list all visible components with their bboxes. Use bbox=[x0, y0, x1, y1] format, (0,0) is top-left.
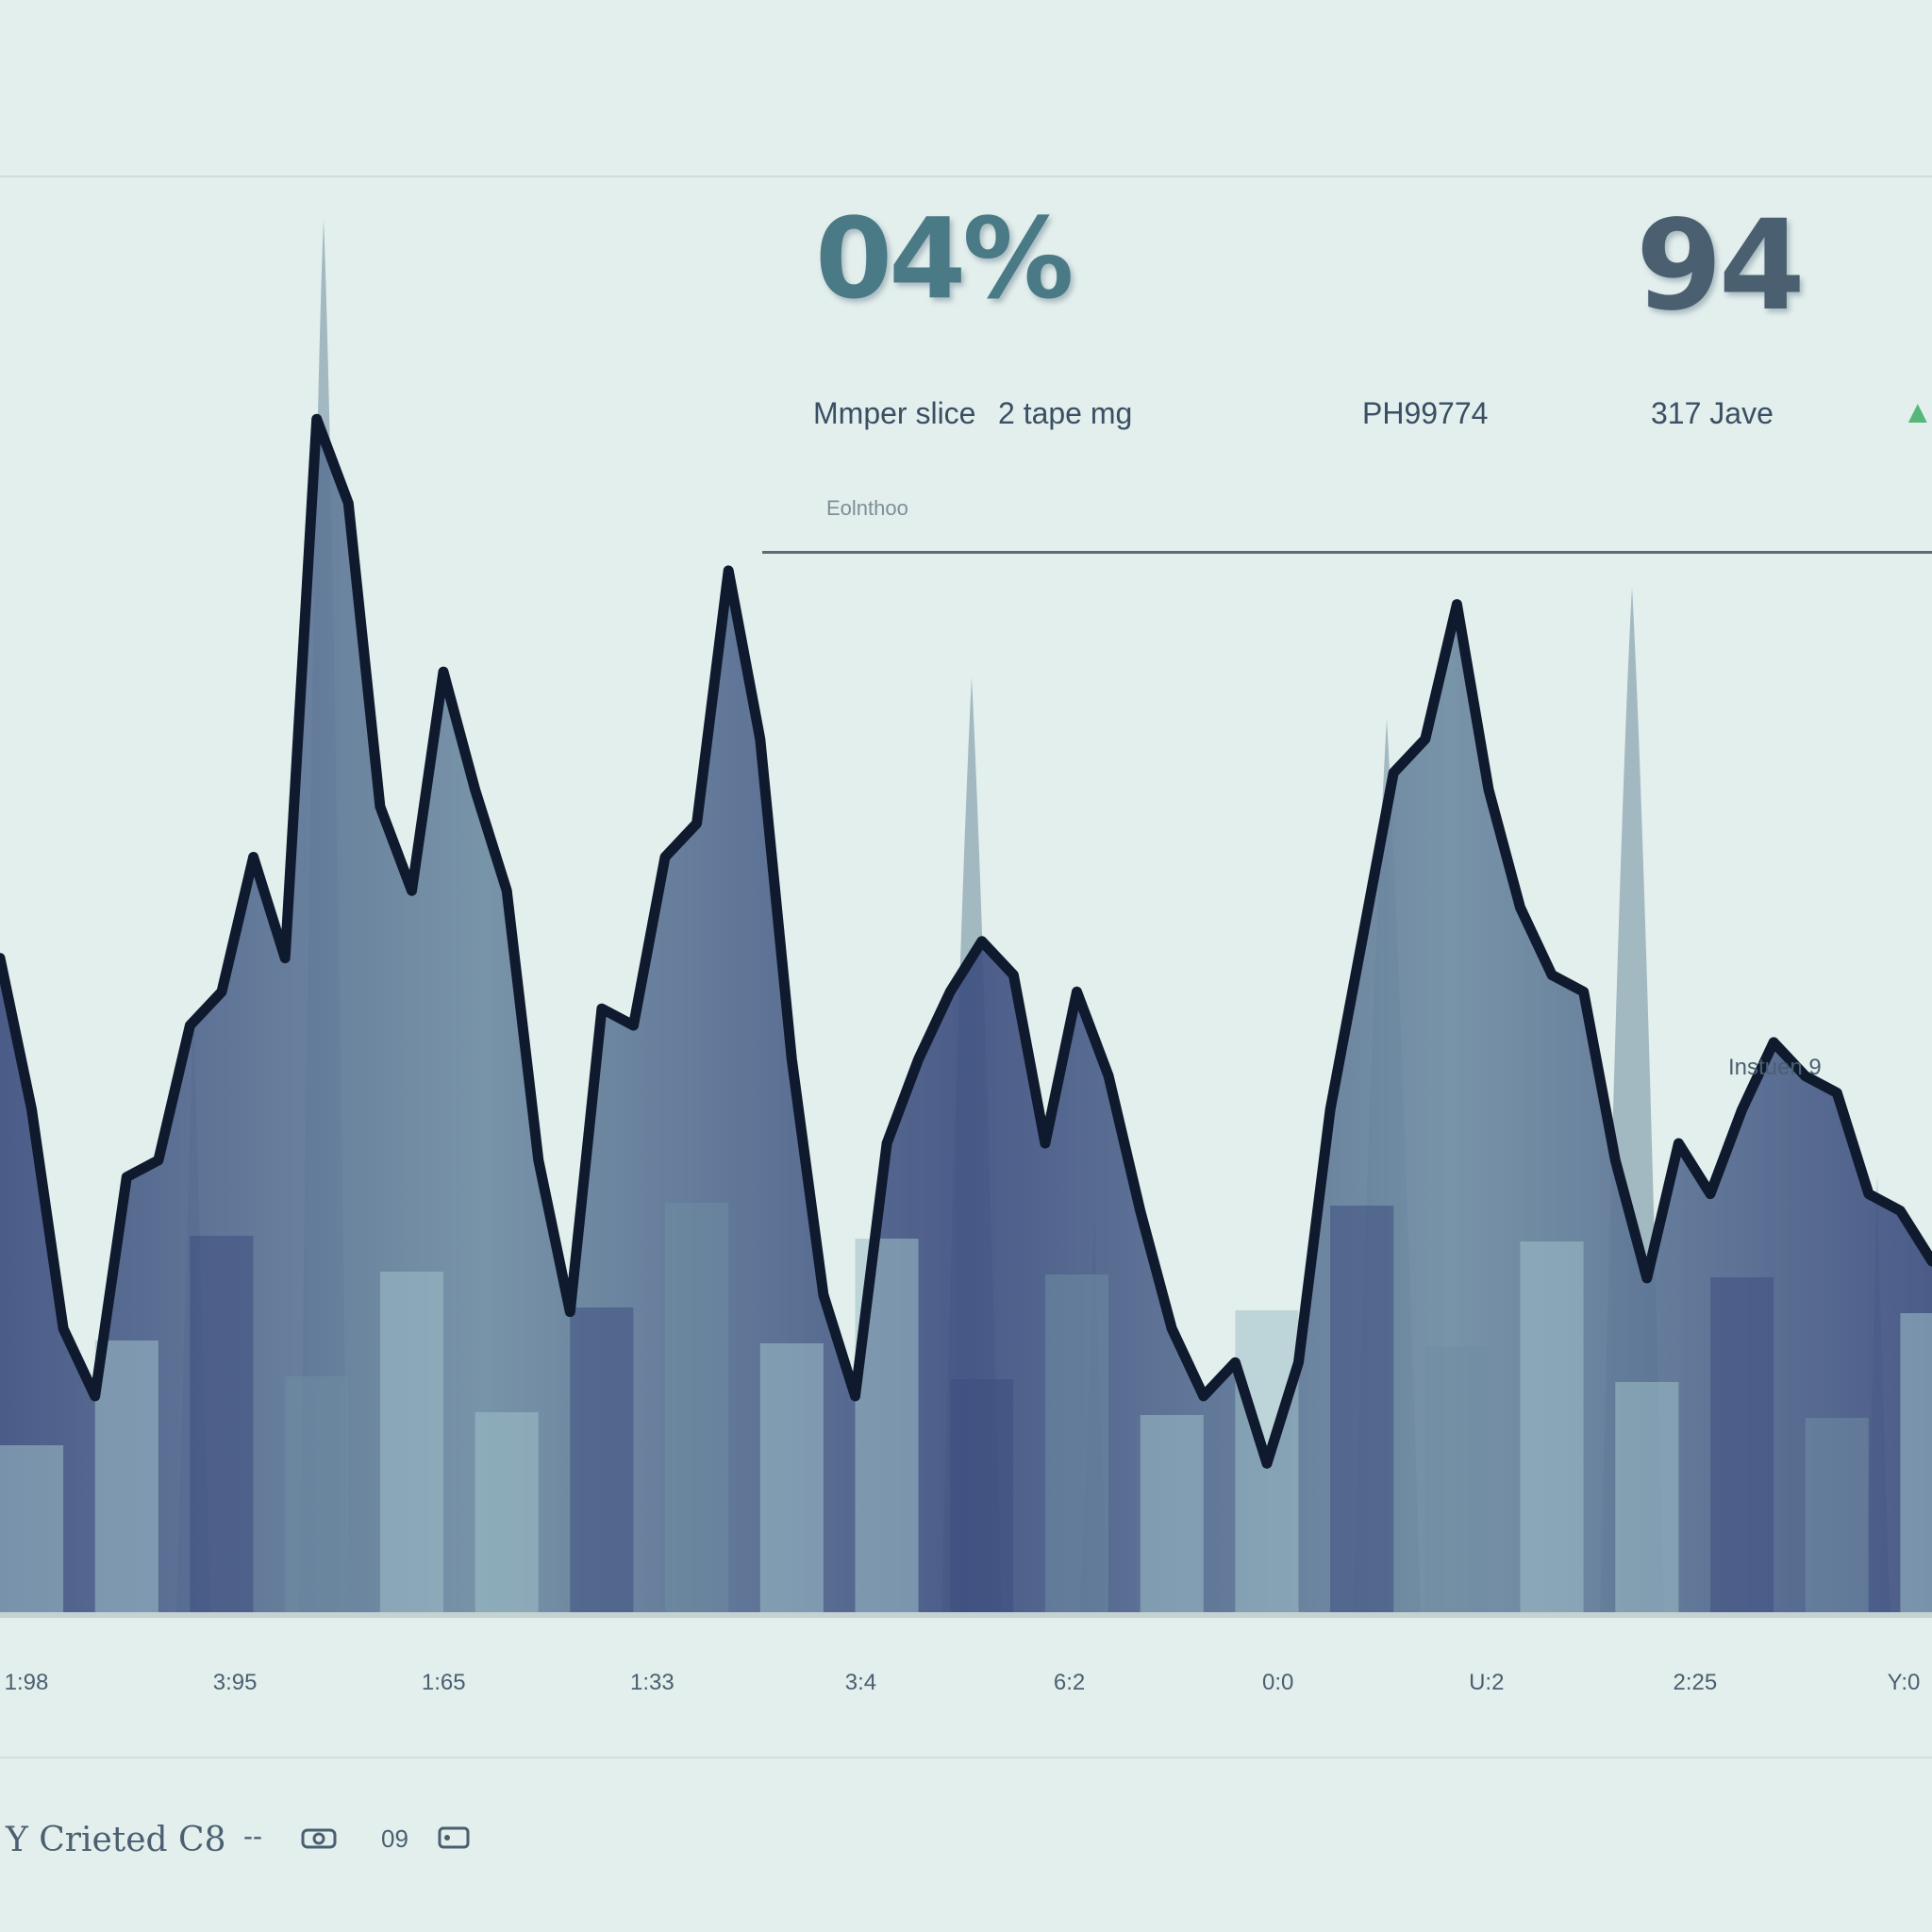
building-column bbox=[950, 1379, 1014, 1615]
building-column bbox=[759, 1343, 824, 1615]
building-column bbox=[1710, 1277, 1774, 1615]
x-tick-label: 6:2 bbox=[1053, 1670, 1086, 1695]
building-column bbox=[1330, 1206, 1394, 1615]
building-column bbox=[0, 1445, 64, 1615]
chart-annotation: Instuen 9 bbox=[1728, 1055, 1822, 1080]
building-column bbox=[570, 1307, 634, 1615]
x-tick-label: 2:25 bbox=[1673, 1670, 1718, 1695]
building-column bbox=[1044, 1274, 1108, 1615]
header-divider bbox=[0, 175, 1932, 177]
kpi-value-percent: 04% bbox=[815, 193, 1074, 324]
building-column bbox=[1140, 1415, 1204, 1615]
footer-count: 09 bbox=[381, 1824, 408, 1853]
kpi-sublabel: PH99774 bbox=[1362, 396, 1489, 430]
building-column bbox=[1900, 1313, 1932, 1615]
building-column bbox=[1615, 1382, 1679, 1615]
footer-divider bbox=[0, 1757, 1932, 1758]
x-tick-label: 0:0 bbox=[1261, 1670, 1294, 1695]
panel-divider bbox=[762, 551, 1932, 554]
building-column bbox=[94, 1341, 158, 1615]
kpi-sublabel: 317 Jave bbox=[1651, 396, 1774, 430]
x-tick-label: 3:95 bbox=[212, 1670, 258, 1695]
x-tick-label: 1:33 bbox=[629, 1670, 675, 1695]
tag-icon[interactable] bbox=[436, 1824, 474, 1851]
building-column bbox=[1520, 1241, 1584, 1615]
x-tick-label: Y:0 bbox=[1887, 1670, 1921, 1695]
delta-up-icon: ▲ bbox=[1902, 394, 1932, 430]
camera-icon[interactable] bbox=[300, 1824, 338, 1851]
kpi-value-total: 94 bbox=[1636, 193, 1806, 339]
building-column bbox=[1805, 1418, 1869, 1615]
building-column bbox=[475, 1412, 539, 1615]
x-tick-label: 3:4 bbox=[844, 1670, 877, 1695]
building-column bbox=[285, 1376, 349, 1615]
x-tick-label: U:2 bbox=[1469, 1670, 1505, 1695]
kpi-sublabel: 2 tape mg bbox=[998, 396, 1133, 430]
building-column bbox=[379, 1272, 443, 1615]
panel-footnote: Eolnthoo bbox=[826, 496, 908, 520]
footer-separator: -- bbox=[243, 1821, 262, 1852]
footer-label: Y Crieted C8 bbox=[6, 1821, 226, 1859]
building-column bbox=[1424, 1346, 1489, 1615]
kpi-sublabel: Mmper slice bbox=[813, 396, 976, 430]
building-column bbox=[190, 1236, 254, 1615]
building-column bbox=[665, 1203, 729, 1615]
x-tick-label: 1:65 bbox=[421, 1670, 466, 1695]
x-tick-label: 1:98 bbox=[4, 1670, 49, 1695]
